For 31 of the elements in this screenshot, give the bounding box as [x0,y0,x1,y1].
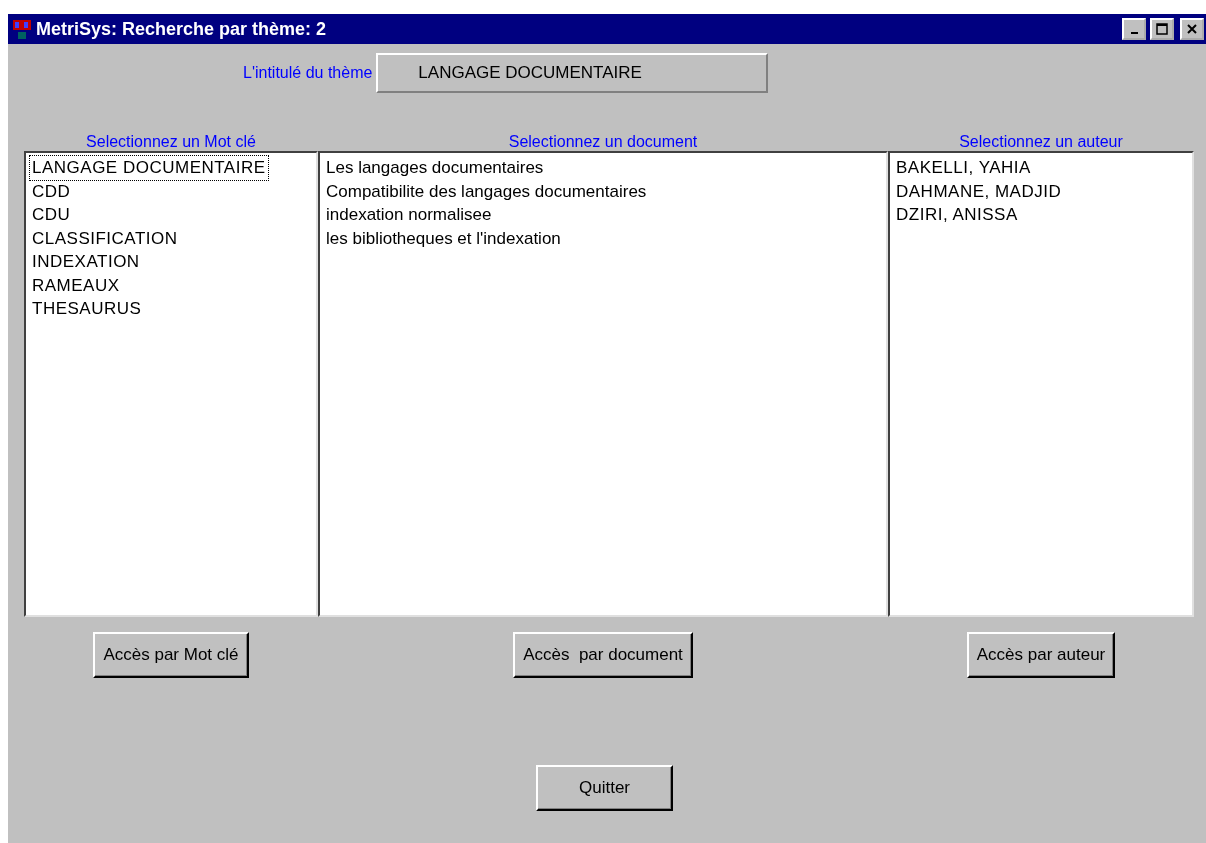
access-button[interactable]: Accès par Mot clé [93,632,249,678]
theme-label: L'intitulé du thème [243,64,373,82]
list-heading: Selectionnez un auteur [959,133,1123,152]
list-item[interactable]: CLASSIFICATION [30,226,180,250]
maximize-button[interactable] [1150,18,1174,40]
list-item[interactable]: CDD [30,179,73,203]
quit-button[interactable]: Quitter [536,765,673,811]
list-item[interactable]: DAHMANE, MADJID [894,179,1064,203]
app-icon [12,18,32,40]
list-item[interactable]: DZIRI, ANISSA [894,203,1020,227]
list-item[interactable]: les bibliotheques et l'indexation [324,226,563,250]
theme-value: LANGAGE DOCUMENTAIRE [376,53,769,93]
list-item[interactable]: indexation normalisee [324,203,494,227]
maximize-icon [1156,23,1168,35]
close-icon [1186,23,1198,35]
minimize-icon [1130,32,1138,34]
list-item[interactable]: Compatibilite des langages documentaires [324,179,649,203]
minimize-button[interactable] [1122,18,1146,40]
list-item[interactable]: LANGAGE DOCUMENTAIRE [30,156,268,180]
access-button[interactable]: Accès par auteur [966,632,1116,678]
list-heading: Selectionnez un Mot clé [86,133,256,152]
list-heading: Selectionnez un document [508,133,698,152]
list-item[interactable]: Les langages documentaires [324,156,546,180]
list-item[interactable]: INDEXATION [30,250,142,274]
close-button[interactable] [1180,18,1204,40]
access-button[interactable]: Accès par document [513,632,693,678]
list-item[interactable]: CDU [30,203,73,227]
list-item[interactable]: THESAURUS [30,297,144,321]
list-item[interactable]: RAMEAUX [30,273,122,297]
window-title: MetriSys: Recherche par thème: 2 [36,18,328,40]
list-item[interactable]: BAKELLI, YAHIA [894,156,1033,180]
